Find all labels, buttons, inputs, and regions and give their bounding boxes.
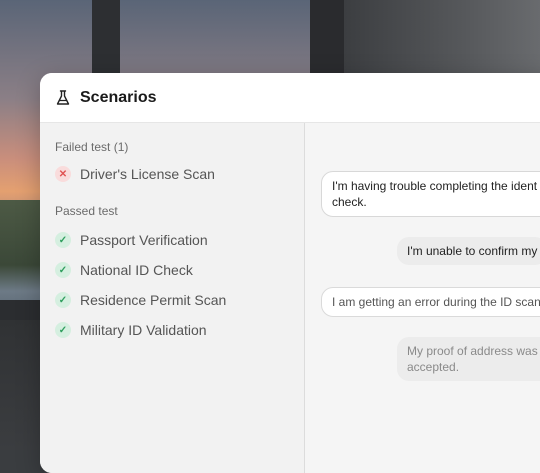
scenario-item-residence-permit[interactable]: ✓ Residence Permit Scan — [55, 292, 304, 308]
failed-x-icon: ✕ — [55, 166, 71, 182]
chat-message-agent: I'm unable to confirm my — [397, 237, 540, 265]
scenario-list: Failed test (1) ✕ Driver's License Scan … — [40, 123, 305, 473]
chat-message-user: I'm having trouble completing the ident … — [321, 171, 540, 217]
check-icon: ✓ — [55, 232, 71, 248]
scenario-label: National ID Check — [80, 262, 193, 278]
check-icon: ✓ — [55, 262, 71, 278]
failed-section-label: Failed test (1) — [55, 140, 129, 154]
scenario-label: Passport Verification — [80, 232, 208, 248]
scenarios-panel: Scenarios Failed test (1) ✕ Driver's Lic… — [40, 73, 540, 473]
check-icon: ✓ — [55, 292, 71, 308]
check-icon: ✓ — [55, 322, 71, 338]
passed-section-label: Passed test — [55, 204, 118, 218]
page-title: Scenarios — [80, 88, 157, 106]
chat-message-agent: My proof of address was accepted. — [397, 337, 540, 381]
scenario-item-military-id[interactable]: ✓ Military ID Validation — [55, 322, 304, 338]
scenario-item-drivers-license[interactable]: ✕ Driver's License Scan — [55, 166, 304, 182]
scenario-item-national-id[interactable]: ✓ National ID Check — [55, 262, 304, 278]
flask-icon — [56, 89, 70, 105]
scenario-label: Residence Permit Scan — [80, 292, 227, 308]
conversation-pane: I'm having trouble completing the ident … — [305, 123, 540, 473]
panel-header: Scenarios — [40, 73, 540, 123]
scenario-label: Driver's License Scan — [80, 166, 215, 182]
scenario-item-passport[interactable]: ✓ Passport Verification — [55, 232, 304, 248]
chat-message-user: I am getting an error during the ID scan — [321, 287, 540, 317]
scenario-label: Military ID Validation — [80, 322, 207, 338]
